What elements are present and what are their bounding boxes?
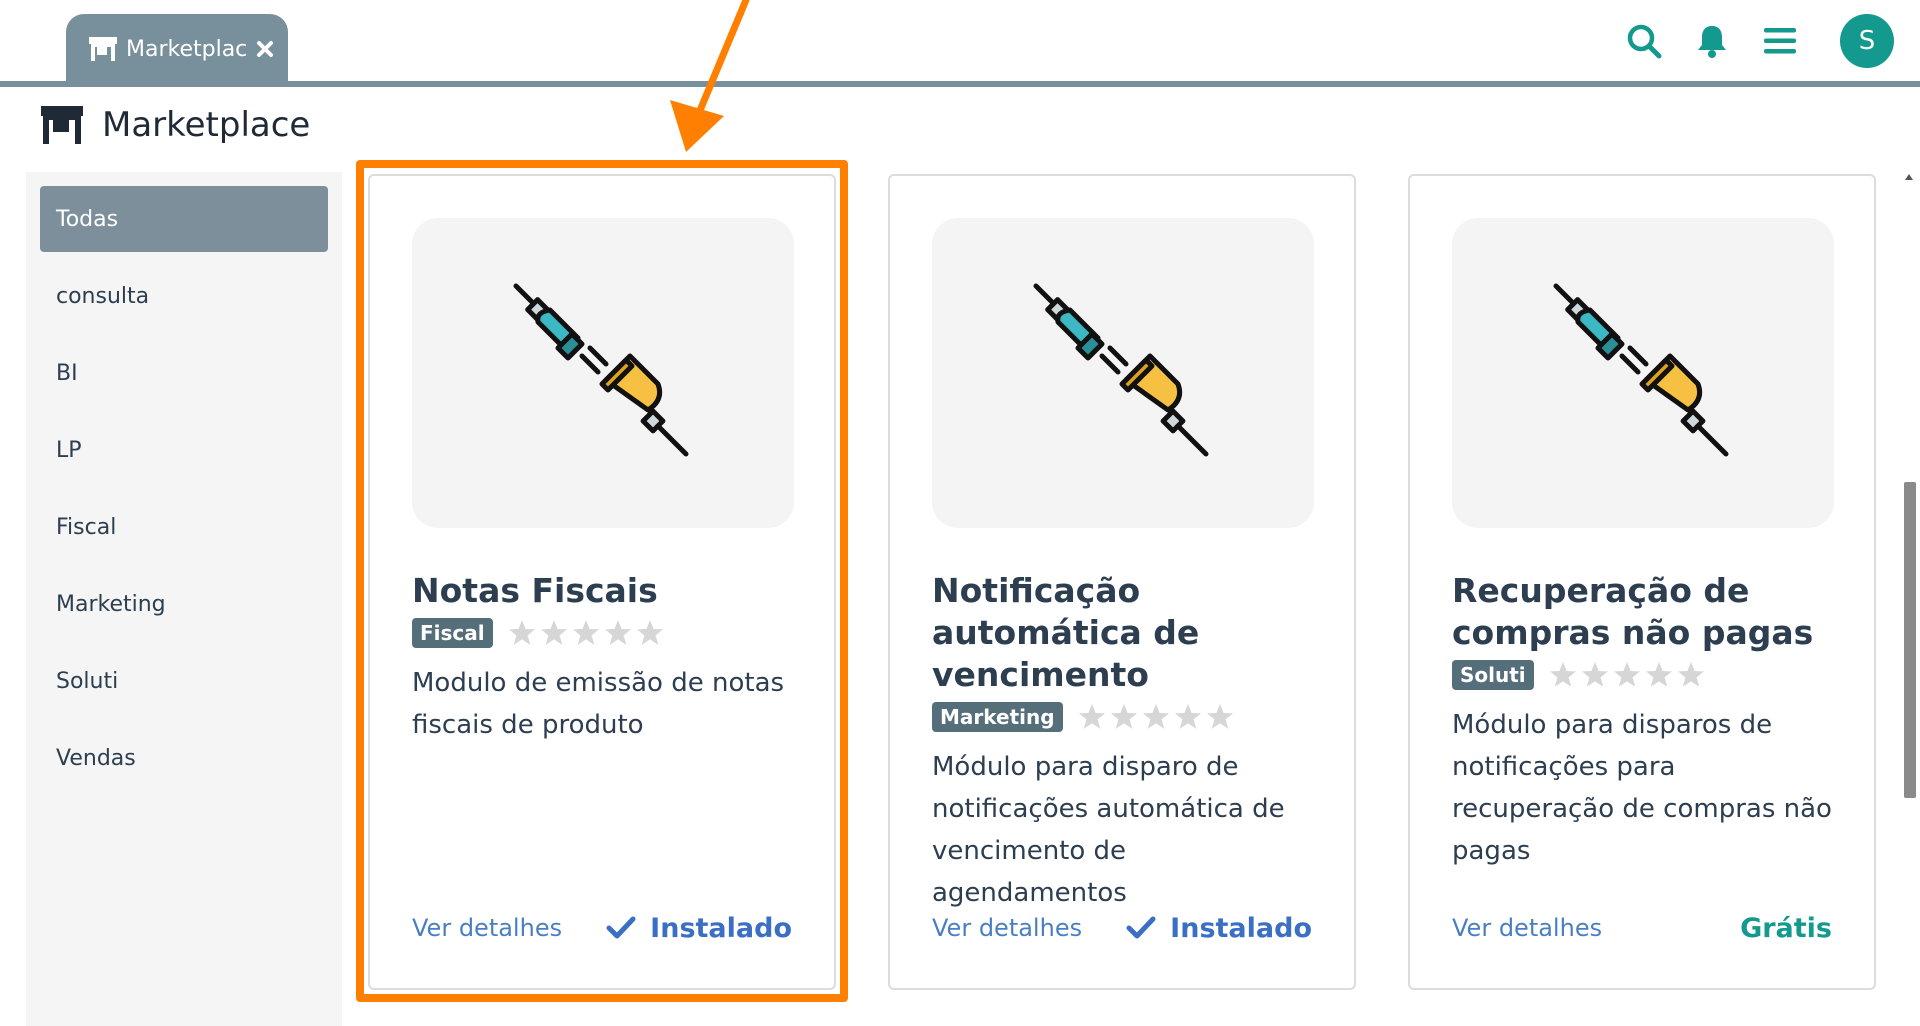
star-icon[interactable] (635, 618, 665, 648)
plug-icon (1033, 283, 1209, 457)
module-image (1452, 218, 1834, 528)
search-icon[interactable] (1624, 21, 1664, 61)
tag-row: Soluti (1452, 656, 1844, 694)
module-image (932, 218, 1314, 528)
check-icon (1126, 916, 1156, 939)
rating-stars[interactable] (1077, 702, 1235, 732)
module-description: Módulo para disparo de notificações auto… (932, 752, 1285, 908)
sidebar-item-soluti[interactable]: Soluti (40, 648, 328, 714)
sidebar-item-bi[interactable]: BI (40, 340, 328, 406)
star-icon[interactable] (507, 618, 537, 648)
menu-icon[interactable] (1760, 21, 1800, 61)
star-icon[interactable] (539, 618, 569, 648)
check-icon (606, 916, 636, 939)
star-icon[interactable] (1612, 660, 1642, 690)
star-icon[interactable] (1077, 702, 1107, 732)
rating-stars[interactable] (507, 618, 665, 648)
top-actions: S (1624, 14, 1894, 68)
scrollbar[interactable] (1898, 172, 1920, 1026)
bell-icon[interactable] (1692, 21, 1732, 61)
tab-label: Marketplace (126, 36, 248, 62)
module-image (412, 218, 794, 528)
star-icon[interactable] (1580, 660, 1610, 690)
category-sidebar: Todas consulta BI LP Fiscal Marketing So… (26, 172, 342, 1026)
module-title: Notificação automática de vencimento (932, 571, 1200, 694)
tab-marketplace[interactable]: Marketplace (66, 14, 288, 84)
star-icon[interactable] (571, 618, 601, 648)
star-icon[interactable] (1676, 660, 1706, 690)
sidebar-item-marketing[interactable]: Marketing (40, 571, 328, 637)
module-card[interactable]: Notificação automática de vencimento Mar… (888, 174, 1356, 990)
module-body: Notas Fiscais Fiscal Modulo de emissão d… (412, 570, 804, 746)
star-icon[interactable] (1173, 702, 1203, 732)
star-icon[interactable] (1141, 702, 1171, 732)
star-icon[interactable] (603, 618, 633, 648)
scroll-thumb[interactable] (1904, 482, 1916, 798)
tab-bar-divider (0, 81, 1920, 87)
installed-label: Instalado (650, 912, 792, 944)
star-icon[interactable] (1548, 660, 1578, 690)
sidebar-item-vendas[interactable]: Vendas (40, 725, 328, 791)
view-details-link[interactable]: Ver detalhes (932, 914, 1082, 942)
page-title: Marketplace (102, 105, 311, 145)
top-bar: Marketplace S (0, 0, 1920, 88)
module-title: Recuperação de compras não pagas (1452, 571, 1814, 652)
module-card[interactable]: Recuperação de compras não pagas Soluti … (1408, 174, 1876, 990)
tag-row: Marketing (932, 698, 1324, 736)
sidebar-item-fiscal[interactable]: Fiscal (40, 494, 328, 560)
store-icon (89, 37, 117, 61)
star-icon[interactable] (1205, 702, 1235, 732)
plug-icon (1553, 283, 1729, 457)
category-badge: Soluti (1452, 660, 1534, 690)
module-footer: Ver detalhes Grátis (1452, 908, 1832, 948)
close-icon[interactable] (254, 38, 276, 60)
module-footer: Ver detalhes Instalado (412, 908, 792, 948)
view-details-link[interactable]: Ver detalhes (412, 914, 562, 942)
avatar[interactable]: S (1840, 14, 1894, 68)
module-description: Modulo de emissão de notas fiscais de pr… (412, 668, 785, 740)
module-body: Recuperação de compras não pagas Soluti … (1452, 570, 1844, 872)
tag-row: Fiscal (412, 614, 804, 652)
sidebar-item-todas[interactable]: Todas (40, 186, 328, 252)
category-badge: Fiscal (412, 618, 493, 648)
sidebar-item-lp[interactable]: LP (40, 417, 328, 483)
sidebar-item-consulta[interactable]: consulta (40, 263, 328, 329)
installed-status[interactable]: Instalado (1126, 913, 1312, 944)
module-description: Módulo para disparos de notificações par… (1452, 710, 1832, 866)
rating-stars[interactable] (1548, 660, 1706, 690)
category-badge: Marketing (932, 702, 1063, 732)
module-card[interactable]: Notas Fiscais Fiscal Modulo de emissão d… (368, 174, 836, 990)
free-status[interactable]: Grátis (1740, 913, 1832, 944)
scroll-up-icon[interactable] (1904, 172, 1914, 182)
store-icon (41, 106, 83, 144)
star-icon[interactable] (1109, 702, 1139, 732)
plug-icon (513, 283, 689, 457)
module-body: Notificação automática de vencimento Mar… (932, 570, 1324, 914)
installed-status[interactable]: Instalado (606, 913, 792, 944)
star-icon[interactable] (1644, 660, 1674, 690)
page-header: Marketplace (40, 100, 310, 150)
view-details-link[interactable]: Ver detalhes (1452, 914, 1602, 942)
module-title: Notas Fiscais (412, 571, 658, 610)
module-footer: Ver detalhes Instalado (932, 908, 1312, 948)
installed-label: Instalado (1170, 912, 1312, 944)
